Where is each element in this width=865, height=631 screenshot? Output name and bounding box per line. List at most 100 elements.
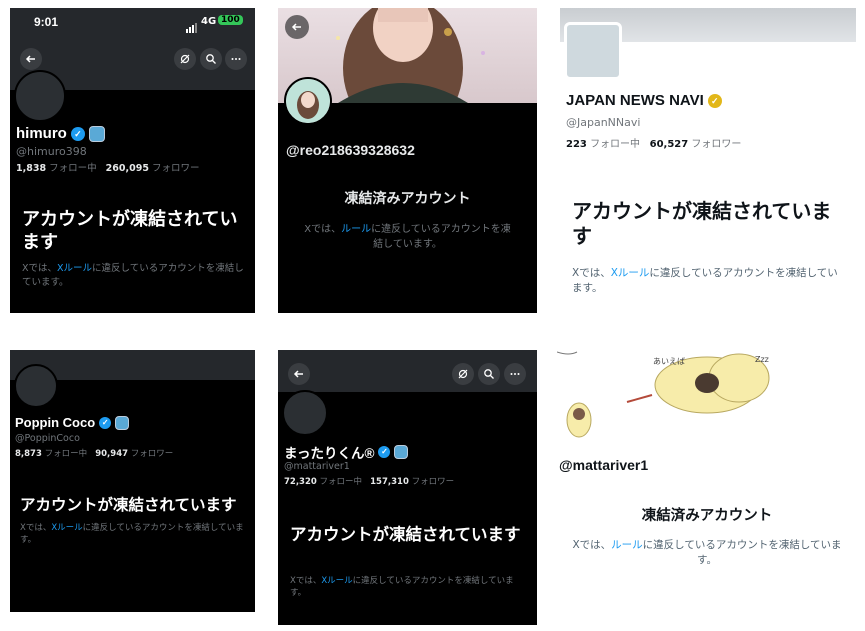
follow-stats: 1,838 フォロー中 260,095 フォロワー [16, 160, 200, 174]
search-icon [484, 369, 494, 379]
followers-label: フォロワー [151, 163, 200, 174]
panel-mattari-kun: まったりくん® ✓ @mattariver1 72,320 フォロー中 157,… [278, 350, 537, 625]
rules-link[interactable]: ルール [341, 224, 371, 235]
search-button[interactable] [200, 48, 222, 70]
suspended-title: 凍結済みアカウント [641, 508, 773, 524]
display-name-text: Poppin Coco [15, 415, 96, 430]
desc-prefix: Xでは、 [20, 523, 52, 533]
followers-label: フォロワー [411, 477, 455, 487]
suspended-description: Xでは、Xルールに違反しているアカウントを凍結しています。 [22, 262, 244, 290]
doodle-illustration: あいえば Zzz [557, 351, 770, 438]
suspended-title: アカウントが凍結されています [290, 526, 521, 544]
signal-icon [186, 18, 198, 37]
status-time: 9:01 [34, 15, 59, 29]
suspended-description: Xでは、Xルールに違反しているアカウントを凍結しています。 [290, 575, 525, 600]
search-button[interactable] [478, 363, 500, 385]
following-label: フォロー中 [319, 477, 363, 487]
handle: @mattariver1 [284, 461, 350, 472]
back-button[interactable] [288, 363, 310, 385]
verified-badge-icon: ✓ [378, 446, 391, 458]
avatar[interactable] [14, 70, 66, 122]
avatar[interactable] [284, 77, 332, 125]
display-name-text: JAPAN NEWS NAVI [566, 92, 704, 109]
followers-count[interactable]: 157,310 [370, 477, 409, 487]
suspended-title: アカウントが凍結されています [572, 201, 832, 248]
back-button[interactable] [285, 15, 309, 39]
desc-suffix: に違反しているアカウントを凍結しています。 [371, 224, 511, 250]
follow-stats: 223 フォロー中 60,527 フォロワー [566, 135, 741, 150]
followers-count[interactable]: 60,527 [650, 139, 689, 150]
display-name: JAPAN NEWS NAVI ✓ [566, 92, 722, 109]
search-icon [206, 54, 216, 64]
mute-icon [180, 54, 190, 64]
avatar[interactable] [282, 390, 328, 436]
following-count[interactable]: 223 [566, 139, 587, 150]
following-label: フォロー中 [44, 449, 88, 459]
doodle-text-2: Zzz [755, 355, 769, 364]
mute-icon [458, 369, 468, 379]
followers-label: フォロワー [691, 139, 742, 150]
following-label: フォロー中 [49, 163, 97, 174]
mute-button[interactable] [452, 363, 474, 385]
rules-link[interactable]: ルール [611, 539, 643, 551]
rules-link[interactable]: Xルール [611, 267, 650, 279]
following-label: フォロー中 [590, 139, 641, 150]
panel-mattariver1: あいえば Zzz @mattariver1 凍結済みアカウント Xでは、ルールに… [557, 350, 857, 612]
desc-suffix: に違反しているアカウントを凍結しています。 [642, 539, 842, 567]
desc-prefix: Xでは、 [290, 576, 322, 586]
org-badge-icon [394, 445, 409, 459]
rules-link[interactable]: Xルール [57, 263, 92, 274]
avatar[interactable] [14, 364, 58, 408]
more-icon [510, 373, 520, 375]
follow-stats: 8,873 フォロー中 90,947 フォロワー [15, 447, 173, 459]
suspended-description: Xでは、ルールに違反しているアカウントを凍結しています。 [300, 223, 515, 252]
doodle-text-1: あいえば [653, 357, 685, 366]
network-label: 4G [201, 16, 217, 27]
panel-poppin-coco: Poppin Coco ✓ @PoppinCoco 8,873 フォロー中 90… [10, 350, 255, 612]
display-name-text: まったりくん® [284, 446, 375, 461]
org-badge-icon [115, 415, 130, 430]
suspended-description: Xでは、ルールに違反しているアカウントを凍結しています。 [569, 538, 845, 568]
more-icon [231, 58, 241, 60]
handle: @PoppinCoco [15, 433, 80, 444]
more-button[interactable] [225, 48, 247, 70]
more-button[interactable] [504, 363, 526, 385]
suspended-title: アカウントが凍結されています [22, 209, 238, 252]
followers-count[interactable]: 260,095 [106, 163, 149, 174]
avatar[interactable] [564, 22, 622, 80]
status-bar: 9:01 4G 100 [10, 8, 255, 38]
verified-badge-icon: ✓ [99, 416, 112, 429]
handle: @himuro398 [16, 145, 87, 158]
back-arrow-icon [293, 370, 303, 378]
following-count[interactable]: 8,873 [15, 449, 42, 459]
suspended-description: Xでは、Xルールに違反しているアカウントを凍結しています。 [572, 266, 844, 296]
back-arrow-icon [291, 23, 301, 31]
followers-count[interactable]: 90,947 [95, 449, 128, 459]
desc-prefix: Xでは、 [572, 267, 611, 279]
suspended-title: 凍結済みアカウント [344, 190, 471, 206]
follow-stats: 72,320 フォロー中 157,310 フォロワー [284, 475, 454, 487]
panel-himuro: 9:01 4G 100 himuro ✓ @himuro398 1,838 フォ… [10, 8, 255, 313]
display-name: himuro ✓ [16, 125, 105, 142]
suspended-title: アカウントが凍結されています [20, 497, 237, 514]
handle: @JapanNNavi [566, 116, 641, 129]
verified-badge-icon: ✓ [70, 126, 85, 141]
panel-japan-news-navi: JAPAN NEWS NAVI ✓ @JapanNNavi 223 フォロー中 … [560, 8, 856, 313]
mute-button[interactable] [174, 48, 196, 70]
suspended-description: Xでは、Xルールに違反しているアカウントを凍結しています。 [20, 522, 245, 547]
following-count[interactable]: 72,320 [284, 477, 317, 487]
profile-banner-illustration: あいえば Zzz [557, 350, 857, 442]
rules-link[interactable]: Xルール [51, 523, 82, 533]
display-name: まったりくん® ✓ [284, 442, 409, 462]
desc-prefix: Xでは、 [304, 224, 342, 235]
org-badge-icon [88, 125, 105, 142]
battery-icon: 100 [218, 15, 243, 25]
desc-prefix: Xでは、 [22, 263, 58, 274]
rules-link[interactable]: Xルール [321, 576, 352, 586]
handle: @mattariver1 [559, 457, 649, 473]
desc-prefix: Xでは、 [572, 539, 612, 551]
panel-reo: @reo218639328632 凍結済みアカウント Xでは、ルールに違反してい… [278, 8, 537, 313]
following-count[interactable]: 1,838 [16, 163, 46, 174]
handle: @reo218639328632 [286, 142, 415, 158]
back-button[interactable] [20, 48, 42, 70]
